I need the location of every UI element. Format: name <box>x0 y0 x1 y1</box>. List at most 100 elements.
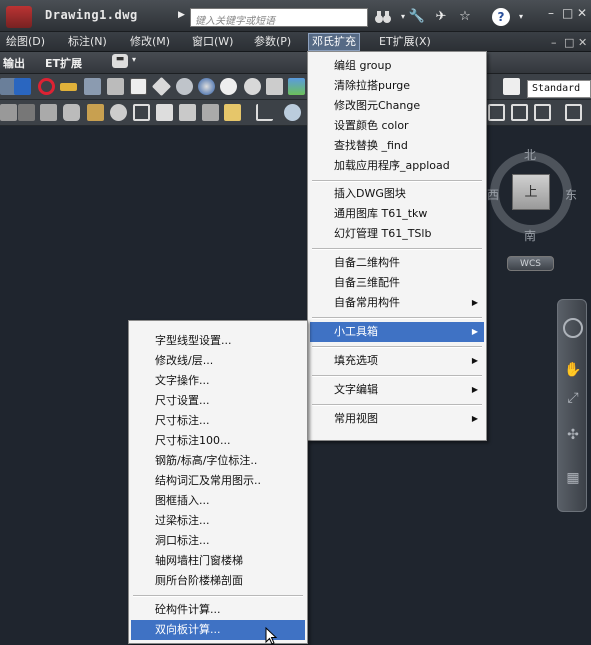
menu-item-appload[interactable]: 加载应用程序_appload <box>310 156 484 176</box>
minimize-button[interactable]: – <box>548 6 554 20</box>
menu-window[interactable]: 窗口(W) <box>189 34 236 50</box>
angle-icon[interactable] <box>256 104 273 121</box>
columns-icon[interactable] <box>14 78 31 95</box>
orbit-icon[interactable]: ✣ <box>563 425 583 445</box>
menu-item-find[interactable]: 查找替换 _find <box>310 136 484 156</box>
menu-item-2d-components[interactable]: 自备二维构件 <box>310 253 484 273</box>
menu-item-toolbox[interactable]: 小工具箱 ▶ <box>310 322 484 342</box>
menu-item-slide-manager[interactable]: 幻灯管理 T61_TSlb <box>310 224 484 244</box>
menu-dimension[interactable]: 标注(N) <box>65 34 110 50</box>
menu-item-common-views[interactable]: 常用视图 ▶ <box>310 409 484 429</box>
tab-output[interactable]: 输出 <box>3 55 25 71</box>
restore-button[interactable]: □ <box>562 6 573 20</box>
wcs-dropdown[interactable]: WCS <box>507 256 554 271</box>
menu-item-library[interactable]: 通用图库 T61_tkw <box>310 204 484 224</box>
fillet-icon[interactable] <box>110 104 127 121</box>
menu-item-color[interactable]: 设置颜色 color <box>310 116 484 136</box>
sphere-outline-icon[interactable] <box>176 78 193 95</box>
section-icon[interactable] <box>179 104 196 121</box>
menu-draw[interactable]: 绘图(D) <box>3 34 48 50</box>
rectangle-icon[interactable] <box>133 104 150 121</box>
sphere-icon[interactable] <box>198 78 215 95</box>
compass-north-label[interactable]: 北 <box>524 146 536 163</box>
compass-west-label[interactable]: 西 <box>487 186 499 203</box>
tab-et-extension[interactable]: ET扩展 <box>45 55 82 71</box>
submenu-item-font-linetype[interactable]: 字型线型设置... <box>131 331 305 351</box>
submenu-item-insert-frame[interactable]: 图框插入... <box>131 491 305 511</box>
zoom-extents-icon[interactable]: ⤢ <box>563 388 583 408</box>
menu-parametric[interactable]: 参数(P) <box>251 34 294 50</box>
cube-icon[interactable] <box>130 78 147 95</box>
submenu-item-lintel-dim[interactable]: 过梁标注... <box>131 511 305 531</box>
shell-icon[interactable] <box>63 104 80 121</box>
satellite-icon[interactable]: ✈ <box>432 8 450 26</box>
app-logo-icon[interactable] <box>6 6 32 28</box>
move-icon[interactable] <box>84 78 101 95</box>
help-icon[interactable]: ? <box>492 8 510 26</box>
menu-item-common-components[interactable]: 自备常用构件 ▶ <box>310 293 484 313</box>
text-style-icon[interactable] <box>503 78 520 95</box>
help-small-icon[interactable] <box>220 78 237 95</box>
submenu-item-dim-settings[interactable]: 尺寸设置... <box>131 391 305 411</box>
table-icon[interactable] <box>266 78 283 95</box>
dim-edit-icon-4[interactable] <box>565 104 582 121</box>
compass-south-label[interactable]: 南 <box>524 227 536 244</box>
diamond-icon[interactable] <box>151 76 172 97</box>
brush-icon[interactable] <box>87 104 104 121</box>
text-style-field[interactable]: Standard <box>527 80 591 98</box>
submenu-item-text-ops[interactable]: 文字操作... <box>131 371 305 391</box>
box-icon[interactable] <box>107 78 124 95</box>
image-icon[interactable] <box>288 78 305 95</box>
menu-modify[interactable]: 修改(M) <box>127 34 173 50</box>
steering-wheel-icon[interactable] <box>563 318 583 338</box>
copy-edges-icon[interactable] <box>202 104 219 121</box>
menu-et-extension[interactable]: ET扩展(X) <box>376 34 434 50</box>
extrude-icon[interactable] <box>40 104 57 121</box>
text-edit-icon[interactable] <box>224 104 241 121</box>
wrench-icon[interactable]: 🔧 <box>408 8 426 26</box>
submenu-item-dim-100[interactable]: 尺寸标注100... <box>131 431 305 451</box>
mdi-minimize-button[interactable]: – <box>551 36 557 49</box>
mdi-close-button[interactable]: ✕ <box>578 36 587 49</box>
layer-icon[interactable] <box>0 104 17 121</box>
dim-edit-icon-3[interactable] <box>534 104 551 121</box>
menu-item-3d-parts[interactable]: 自备三维配件 <box>310 273 484 293</box>
mdi-restore-button[interactable]: □ <box>564 36 574 49</box>
clock-icon[interactable] <box>244 78 261 95</box>
ruler-icon[interactable] <box>60 83 77 91</box>
zoom-icon[interactable] <box>284 104 301 121</box>
revolve-icon[interactable] <box>38 78 55 95</box>
submenu-item-axis-grid[interactable]: 轴网墙柱门窗楼梯 <box>131 551 305 571</box>
submenu-item-concrete-calc[interactable]: 砼构件计算... <box>131 600 305 620</box>
dim-edit-icon-2[interactable] <box>511 104 528 121</box>
close-button[interactable]: ✕ <box>577 6 587 20</box>
viewcube-top-face[interactable]: 上 <box>512 174 550 210</box>
menu-item-purge[interactable]: 清除拉搭purge <box>310 76 484 96</box>
menu-separator <box>312 180 482 182</box>
menu-item-insert-dwg-block[interactable]: 插入DWG图块 <box>310 184 484 204</box>
ribbon-dropdown-icon[interactable]: ▾ <box>132 55 136 64</box>
submenu-item-structure-glossary[interactable]: 结构词汇及常用图示.. <box>131 471 305 491</box>
solid-icon[interactable] <box>18 104 35 121</box>
help-dropdown-icon[interactable]: ▾ <box>512 8 530 26</box>
compass-east-label[interactable]: 东 <box>565 186 577 203</box>
submenu-item-opening-dim[interactable]: 洞口标注... <box>131 531 305 551</box>
submenu-item-dim[interactable]: 尺寸标注... <box>131 411 305 431</box>
submenu-item-modify-line-layer[interactable]: 修改线/层... <box>131 351 305 371</box>
search-input[interactable]: 键入关键字或短语 <box>190 8 368 27</box>
binoculars-icon[interactable] <box>374 8 392 26</box>
dim-edit-icon-1[interactable] <box>488 104 505 121</box>
title-arrow-icon[interactable]: ▶ <box>178 10 185 20</box>
menu-item-change[interactable]: 修改图元Change <box>310 96 484 116</box>
pan-hand-icon[interactable]: ✋ <box>563 360 583 380</box>
submenu-item-toilet-stairs[interactable]: 厕所台阶楼梯剖面 <box>131 571 305 591</box>
submenu-item-rebar-elevation[interactable]: 钢筋/标高/字位标注.. <box>131 451 305 471</box>
menu-item-group[interactable]: 编组 group <box>310 56 484 76</box>
ribbon-options-icon[interactable]: ▬ <box>112 54 128 68</box>
menu-deng-extension[interactable]: 邓氏扩充 <box>308 33 360 51</box>
showmotion-icon[interactable]: ▦ <box>563 468 583 488</box>
menu-item-text-edit[interactable]: 文字编辑 ▶ <box>310 380 484 400</box>
star-icon[interactable]: ☆ <box>456 8 474 26</box>
slice-icon[interactable] <box>156 104 173 121</box>
menu-item-fill-options[interactable]: 填充选项 ▶ <box>310 351 484 371</box>
